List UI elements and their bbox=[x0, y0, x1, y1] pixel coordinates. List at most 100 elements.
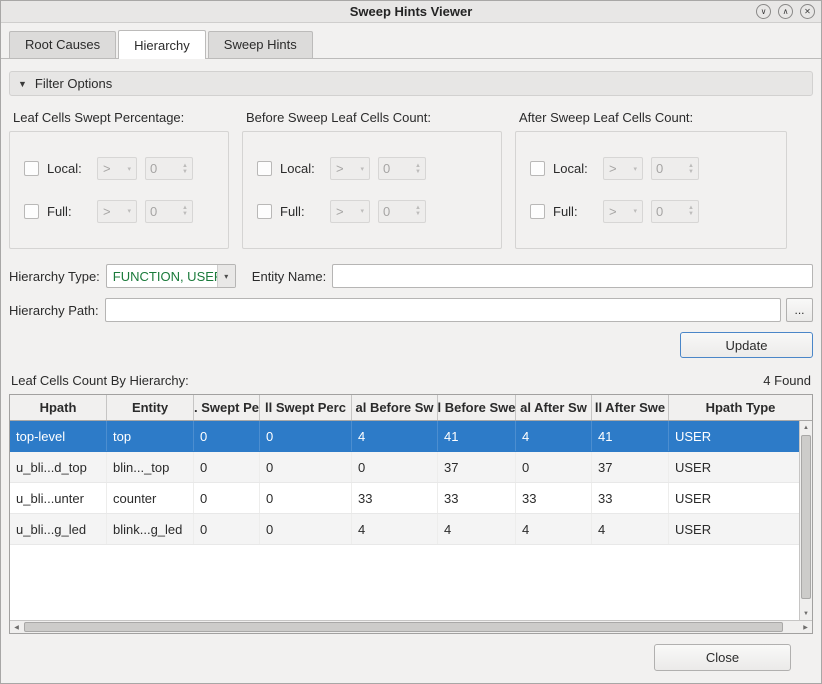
table-row[interactable]: u_bli...g_led blink...g_led 0 0 4 4 4 4 … bbox=[10, 514, 799, 545]
local-checkbox[interactable] bbox=[530, 161, 545, 176]
cell-full-after: 37 bbox=[592, 452, 669, 482]
group-frame: Local: >▾ 0▲▼ Full: >▾ 0▲▼ bbox=[9, 131, 229, 249]
horizontal-scrollbar[interactable]: ◀ ▶ bbox=[10, 620, 812, 633]
operator-value: > bbox=[103, 161, 111, 176]
cell-full-swept: 0 bbox=[260, 514, 352, 544]
hierarchy-type-row: Hierarchy Type: FUNCTION, USER ▾ Entity … bbox=[9, 264, 813, 288]
group-before-sweep-leaf-cells-count: Before Sweep Leaf Cells Count: Local: >▾… bbox=[242, 108, 502, 249]
column-header-full-after-sweep[interactable]: ll After Swe bbox=[592, 395, 669, 420]
local-checkbox[interactable] bbox=[24, 161, 39, 176]
criterion-row-full: Full: >▾ 0▲▼ bbox=[530, 200, 772, 223]
browse-button[interactable]: ... bbox=[786, 298, 813, 322]
column-header-local-after-sweep[interactable]: al After Sw bbox=[516, 395, 592, 420]
cell-local-swept: 0 bbox=[194, 483, 260, 513]
results-header: Leaf Cells Count By Hierarchy: 4 Found bbox=[9, 373, 813, 388]
operator-combobox: >▾ bbox=[330, 157, 370, 180]
local-label: Local: bbox=[553, 161, 595, 176]
vertical-scroll-thumb[interactable] bbox=[801, 435, 811, 599]
cell-entity: blin..._top bbox=[107, 452, 194, 482]
update-button[interactable]: Update bbox=[680, 332, 813, 358]
full-checkbox[interactable] bbox=[24, 204, 39, 219]
operator-combobox: >▾ bbox=[97, 200, 137, 223]
table-row[interactable]: u_bli...d_top blin..._top 0 0 0 37 0 37 … bbox=[10, 452, 799, 483]
spin-arrows-icon: ▲▼ bbox=[182, 163, 188, 175]
full-label: Full: bbox=[280, 204, 322, 219]
vertical-scroll-track[interactable] bbox=[800, 434, 812, 607]
close-button[interactable]: Close bbox=[654, 644, 791, 671]
cell-local-after: 4 bbox=[516, 421, 592, 451]
operator-value: > bbox=[336, 204, 344, 219]
entity-name-input[interactable] bbox=[332, 264, 813, 288]
column-header-local-swept-percentage[interactable]: . Swept Pe bbox=[194, 395, 260, 420]
hierarchy-type-combobox[interactable]: FUNCTION, USER ▾ bbox=[106, 264, 236, 288]
table-body-area: top-level top 0 0 4 41 4 41 USER u_bli..… bbox=[10, 421, 812, 620]
cell-entity: counter bbox=[107, 483, 194, 513]
cell-hpath: u_bli...d_top bbox=[10, 452, 107, 482]
cell-full-after: 41 bbox=[592, 421, 669, 451]
table-row[interactable]: u_bli...unter counter 0 0 33 33 33 33 US… bbox=[10, 483, 799, 514]
local-checkbox[interactable] bbox=[257, 161, 272, 176]
scroll-down-icon[interactable]: ▼ bbox=[800, 607, 812, 620]
tab-sweep-hints[interactable]: Sweep Hints bbox=[208, 31, 313, 58]
filter-options-expander[interactable]: ▼ Filter Options bbox=[9, 71, 813, 96]
cell-full-before: 41 bbox=[438, 421, 516, 451]
window-maximize-icon[interactable]: ∧ bbox=[778, 4, 793, 19]
group-frame: Local: >▾ 0▲▼ Full: >▾ 0▲▼ bbox=[242, 131, 502, 249]
cell-local-after: 0 bbox=[516, 452, 592, 482]
group-title: Leaf Cells Swept Percentage: bbox=[13, 110, 229, 125]
tab-root-causes[interactable]: Root Causes bbox=[9, 31, 116, 58]
window-minimize-icon[interactable]: ∨ bbox=[756, 4, 771, 19]
column-header-full-before-sweep[interactable]: l Before Swe bbox=[438, 395, 516, 420]
update-row: Update bbox=[9, 332, 813, 358]
column-header-full-swept-percentage[interactable]: ll Swept Perc bbox=[260, 395, 352, 420]
hierarchy-tab-panel: ▼ Filter Options Leaf Cells Swept Percen… bbox=[1, 59, 821, 683]
table-header-row: Hpath Entity . Swept Pe ll Swept Perc al… bbox=[10, 395, 812, 421]
hierarchy-type-label: Hierarchy Type: bbox=[9, 269, 100, 284]
column-header-hpath[interactable]: Hpath bbox=[10, 395, 107, 420]
cell-full-after: 4 bbox=[592, 514, 669, 544]
table-body: top-level top 0 0 4 41 4 41 USER u_bli..… bbox=[10, 421, 799, 620]
hierarchy-path-input[interactable] bbox=[105, 298, 781, 322]
cell-full-before: 4 bbox=[438, 514, 516, 544]
spin-value: 0 bbox=[383, 161, 390, 176]
group-leaf-cells-swept-percentage: Leaf Cells Swept Percentage: Local: >▾ 0… bbox=[9, 108, 229, 249]
value-spinbox: 0▲▼ bbox=[651, 200, 699, 223]
scroll-up-icon[interactable]: ▲ bbox=[800, 421, 812, 434]
dropdown-arrow-icon[interactable]: ▾ bbox=[217, 265, 235, 287]
cell-full-before: 37 bbox=[438, 452, 516, 482]
vertical-scrollbar[interactable]: ▲ ▼ bbox=[799, 421, 812, 620]
horizontal-scroll-thumb[interactable] bbox=[24, 622, 783, 632]
cell-local-before: 33 bbox=[352, 483, 438, 513]
dropdown-arrow-icon: ▾ bbox=[360, 207, 364, 215]
criterion-row-local: Local: >▾ 0▲▼ bbox=[24, 157, 214, 180]
table-row-top-level[interactable]: top-level top 0 0 4 41 4 41 USER bbox=[10, 421, 799, 452]
cell-hpath-type: USER bbox=[669, 452, 799, 482]
value-spinbox: 0▲▼ bbox=[145, 200, 193, 223]
full-checkbox[interactable] bbox=[257, 204, 272, 219]
full-label: Full: bbox=[553, 204, 595, 219]
operator-combobox: >▾ bbox=[330, 200, 370, 223]
tab-hierarchy[interactable]: Hierarchy bbox=[118, 30, 206, 59]
spin-arrows-icon: ▲▼ bbox=[182, 205, 188, 217]
group-title: After Sweep Leaf Cells Count: bbox=[519, 110, 787, 125]
group-title: Before Sweep Leaf Cells Count: bbox=[246, 110, 502, 125]
operator-combobox: >▾ bbox=[603, 200, 643, 223]
results-caption: Leaf Cells Count By Hierarchy: bbox=[11, 373, 189, 388]
column-header-hpath-type[interactable]: Hpath Type bbox=[669, 395, 812, 420]
horizontal-scroll-track[interactable] bbox=[23, 621, 799, 633]
scroll-left-icon[interactable]: ◀ bbox=[10, 621, 23, 633]
spin-value: 0 bbox=[656, 204, 663, 219]
cell-hpath: u_bli...g_led bbox=[10, 514, 107, 544]
operator-combobox: >▾ bbox=[603, 157, 643, 180]
spin-value: 0 bbox=[656, 161, 663, 176]
column-header-entity[interactable]: Entity bbox=[107, 395, 194, 420]
full-checkbox[interactable] bbox=[530, 204, 545, 219]
column-header-local-before-sweep[interactable]: al Before Sw bbox=[352, 395, 438, 420]
cell-hpath: u_bli...unter bbox=[10, 483, 107, 513]
scroll-right-icon[interactable]: ▶ bbox=[799, 621, 812, 633]
cell-entity: top bbox=[107, 421, 194, 451]
dropdown-arrow-icon: ▾ bbox=[127, 165, 131, 173]
local-label: Local: bbox=[280, 161, 322, 176]
criterion-row-local: Local: >▾ 0▲▼ bbox=[257, 157, 487, 180]
window-close-icon[interactable]: ✕ bbox=[800, 4, 815, 19]
